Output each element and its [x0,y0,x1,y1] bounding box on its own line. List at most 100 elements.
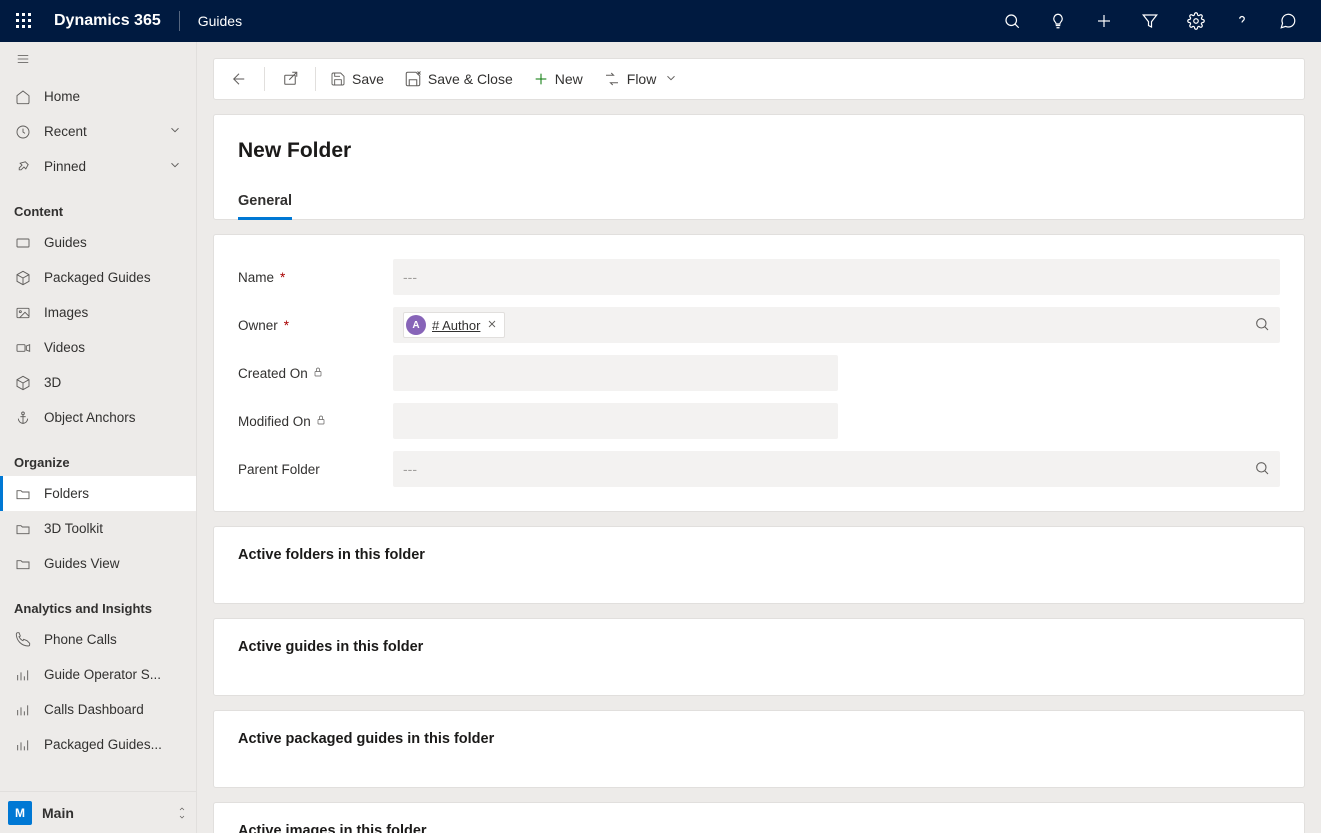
settings-button[interactable] [1173,0,1219,42]
save-close-icon [404,70,422,88]
app-launcher-button[interactable] [10,0,38,42]
clock-icon [14,123,32,141]
section-active-folders: Active folders in this folder [213,526,1305,604]
lookup-search-button[interactable] [1254,316,1270,335]
add-button[interactable] [1081,0,1127,42]
tab-general[interactable]: General [238,193,292,219]
owner-lookup[interactable]: A # Author [393,307,1280,343]
view-name: Main [42,805,74,821]
lock-icon [312,366,324,381]
nav-recent[interactable]: Recent [0,114,196,149]
nav-guides-view[interactable]: Guides View [0,546,196,581]
flow-icon [603,70,621,88]
plus-icon [1095,12,1113,30]
nav-images[interactable]: Images [0,295,196,330]
nav-folders[interactable]: Folders [0,476,196,511]
required-marker: * [280,270,285,285]
nav-label: Folders [44,486,89,501]
field-label: Created On [238,366,308,381]
form-header: New Folder General [213,114,1305,220]
save-button[interactable]: Save [320,59,394,99]
lock-icon [315,414,327,429]
page-title: New Folder [238,139,1280,163]
image-icon [14,304,32,322]
flow-button[interactable]: Flow [593,59,689,99]
funnel-icon [1141,12,1159,30]
pin-icon [14,158,32,176]
save-label: Save [352,71,384,87]
nav-videos[interactable]: Videos [0,330,196,365]
help-button[interactable] [1219,0,1265,42]
assistant-button[interactable] [1035,0,1081,42]
new-label: New [555,71,583,87]
app-name-label[interactable]: Guides [198,13,242,29]
field-label: Parent Folder [238,462,320,477]
nav-pinned[interactable]: Pinned [0,149,196,184]
avatar-icon: A [406,315,426,335]
group-header-analytics: Analytics and Insights [0,593,196,622]
nav-object-anchors[interactable]: Object Anchors [0,400,196,435]
nav-guides[interactable]: Guides [0,225,196,260]
nav-label: 3D Toolkit [44,521,103,536]
flow-label: Flow [627,71,657,87]
plus-icon [533,71,549,87]
nav-label: Guides [44,235,87,250]
tab-label: General [238,193,292,209]
nav-packaged-guides-report[interactable]: Packaged Guides... [0,727,196,762]
lightbulb-icon [1049,12,1067,30]
nav-phone-calls[interactable]: Phone Calls [0,622,196,657]
sidebar: Home Recent Pinned Content Guides Packag… [0,42,197,833]
lookup-search-button[interactable] [1254,460,1270,479]
nav-label: Pinned [44,159,86,174]
sidebar-toggle-button[interactable] [0,42,196,79]
form-scroll-area[interactable]: Name * --- Owner * [213,220,1305,833]
nav-operator-sessions[interactable]: Guide Operator S... [0,657,196,692]
new-button[interactable]: New [523,59,593,99]
back-button[interactable] [218,59,260,99]
folder-icon [14,520,32,538]
popout-icon [281,70,299,88]
field-parent-folder-row: Parent Folder --- [238,445,1280,493]
search-icon [1254,316,1270,332]
group-header-content: Content [0,196,196,225]
save-close-label: Save & Close [428,71,513,87]
search-button[interactable] [989,0,1035,42]
field-label: Modified On [238,414,311,429]
anchor-icon [14,409,32,427]
parent-folder-lookup[interactable]: --- [393,451,1280,487]
filter-button[interactable] [1127,0,1173,42]
open-new-button[interactable] [269,59,311,99]
chart-icon [14,701,32,719]
main-content: Save Save & Close New Flow New Fo [197,42,1321,833]
view-picker[interactable]: M Main [0,791,196,833]
section-active-packaged-guides: Active packaged guides in this folder [213,710,1305,788]
save-close-button[interactable]: Save & Close [394,59,523,99]
messenger-button[interactable] [1265,0,1311,42]
nav-3d-toolkit[interactable]: 3D Toolkit [0,511,196,546]
nav-calls-dashboard[interactable]: Calls Dashboard [0,692,196,727]
arrow-left-icon [230,70,248,88]
owner-chip[interactable]: A # Author [403,312,505,338]
owner-chip-name[interactable]: # Author [432,318,480,333]
nav-label: Recent [44,124,87,139]
hamburger-icon [14,52,32,66]
gear-icon [1187,12,1205,30]
brand-label: Dynamics 365 [54,12,161,30]
section-active-images: Active images in this folder [213,802,1305,833]
name-input[interactable]: --- [393,259,1280,295]
field-owner-row: Owner * A # Author [238,301,1280,349]
chat-icon [1279,12,1297,30]
modified-on-input [393,403,838,439]
save-icon [330,71,346,87]
waffle-icon [16,13,32,29]
nav-3d[interactable]: 3D [0,365,196,400]
nav-label: Packaged Guides [44,270,151,285]
nav-label: Phone Calls [44,632,117,647]
top-navigation-bar: Dynamics 365 Guides [0,0,1321,42]
nav-home[interactable]: Home [0,79,196,114]
section-title: Active folders in this folder [238,547,1280,563]
cube-icon [14,374,32,392]
nav-packaged-guides[interactable]: Packaged Guides [0,260,196,295]
remove-chip-button[interactable] [486,317,498,333]
video-icon [14,339,32,357]
